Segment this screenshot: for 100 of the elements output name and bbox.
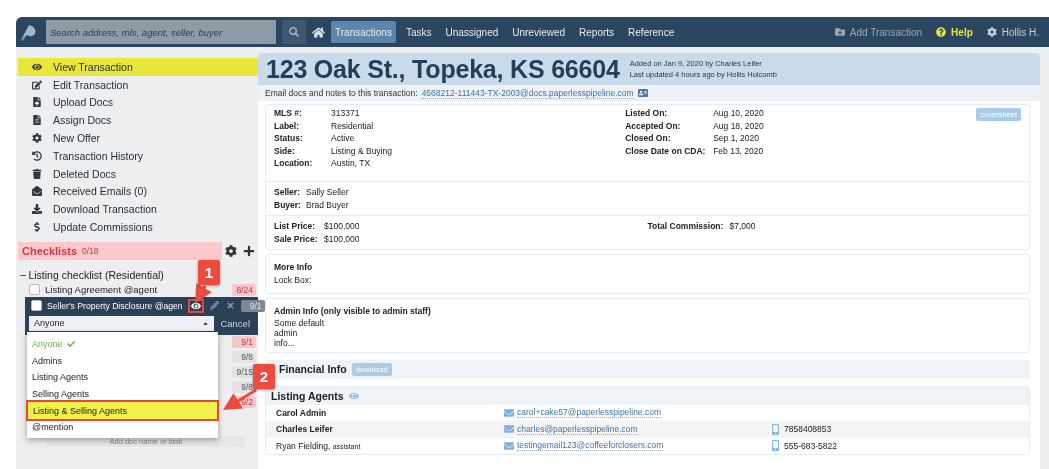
field-value: $7,000 (729, 220, 757, 231)
settings-icon[interactable] (222, 244, 240, 257)
sidebar-item[interactable]: Edit Transaction (18, 75, 258, 94)
info-text: admin (274, 327, 299, 338)
nav-tab[interactable]: Unassigned (441, 21, 503, 43)
nav-tab[interactable]: Unreviewed (508, 21, 570, 43)
sidebar-item[interactable]: View Transaction (18, 58, 258, 76)
menu-option[interactable]: Selling Agents (27, 385, 218, 403)
trash-icon (32, 168, 42, 179)
checklists-count: 0/18 (82, 245, 99, 256)
field-label: Accepted On: (625, 120, 682, 131)
checklists-title: Checklists (22, 244, 78, 257)
section-title: Admin Info (only visible to admin staff) (274, 305, 432, 316)
gear-icon (32, 133, 42, 144)
info-text: info... (274, 337, 296, 348)
transaction-title: 123 Oak St., Topeka, KS 66604 (266, 54, 620, 84)
agent-name: Carol Admin (276, 407, 327, 418)
email-link[interactable]: 4568212-111443-TX-2003@docs.paperlesspipeline.com (421, 87, 634, 99)
due-date: 9/1 (240, 299, 265, 312)
pencil-icon[interactable] (208, 301, 220, 311)
due-date: 9/15 (232, 366, 256, 379)
close-icon[interactable] (224, 301, 236, 311)
checklist-item[interactable]: Listing Agreement @agent (45, 284, 227, 296)
search-field[interactable]: Search address, mls, agent, seller, buyer (46, 20, 276, 44)
sidebar-item[interactable]: Assign Docs (18, 111, 258, 130)
field-label: Close Date on CDA: (625, 145, 707, 156)
due-date: 9/8 (232, 381, 256, 394)
menu-option[interactable]: Admins (27, 352, 218, 370)
sidebar-item[interactable]: New Offer (18, 129, 258, 147)
agent-name: Charles Leifer (276, 424, 333, 435)
nav-tab[interactable]: Reference (624, 21, 679, 43)
search-button[interactable] (282, 20, 306, 44)
email-link[interactable]: charles@paperlesspipeline.com (517, 423, 638, 435)
info-text: Some default (274, 317, 326, 328)
field-value: 313371 (331, 108, 361, 118)
sidebar-item[interactable]: Received Emails (0) (18, 182, 258, 201)
document-icon (32, 115, 42, 126)
collapse-toggle[interactable]: − (20, 268, 27, 281)
field-value: Residential (331, 120, 375, 131)
agent-name: Ryan Fielding, (276, 440, 331, 451)
callout-arrow (195, 283, 212, 304)
due-date: 9/1 (232, 336, 256, 349)
history-icon (32, 150, 42, 161)
dollar-icon (32, 222, 42, 233)
section-title: Listing Agents (271, 389, 344, 402)
cancel-button[interactable]: Cancel (214, 316, 256, 330)
help-link[interactable]: Help (932, 26, 977, 38)
sidebar-item[interactable]: Deleted Docs (18, 164, 258, 183)
sidebar-item[interactable]: Update Commissions (18, 218, 258, 236)
folder-plus-icon (834, 27, 845, 37)
add-transaction-button[interactable]: Add Transaction (830, 26, 927, 38)
sidebar-item[interactable]: Upload Docs (18, 93, 258, 112)
field-value: Austin, TX (331, 158, 372, 169)
field-label: Label: (274, 120, 301, 131)
checkbox[interactable] (29, 284, 40, 296)
download-icon (32, 204, 42, 215)
sidebar-item[interactable]: Download Transaction (18, 200, 258, 219)
field-value: Brad Buyer (306, 199, 350, 210)
contact-card-icon[interactable] (637, 88, 648, 98)
field-value: Aug 10, 2020 (713, 108, 765, 118)
info-text: Lock Box: (274, 274, 313, 285)
section-title: Financial Info (279, 363, 347, 376)
home-icon[interactable] (312, 25, 325, 39)
field-label: List Price: (274, 220, 317, 231)
field-label: Status: (274, 133, 304, 144)
step-number: 1 (198, 260, 220, 285)
checklist-item[interactable]: Seller's Property Disclosure @agen (47, 300, 183, 311)
visibility-select[interactable]: Anyone (29, 315, 215, 331)
field-value: $100,000 (324, 220, 361, 231)
email-link[interactable]: testingemail123@coffeeforclosers.com (517, 440, 664, 452)
field-value: Sep 1, 2020 (713, 133, 760, 144)
field-label: Listed On: (625, 108, 669, 118)
file-upload-icon (32, 97, 42, 108)
field-value: Active (331, 133, 356, 144)
field-label: Buyer: (274, 199, 302, 210)
field-label: Closed On: (625, 133, 672, 144)
callout-arrow (222, 388, 257, 411)
envelope-icon (504, 440, 514, 451)
email-link[interactable]: carol+cake57@paperlesspipeline.com (517, 407, 661, 419)
field-label: Side: (274, 145, 296, 156)
search-icon (289, 27, 299, 37)
field-value: Aug 18, 2020 (713, 120, 765, 131)
eye-icon (32, 61, 42, 72)
user-menu[interactable]: Hollis H. (982, 26, 1043, 38)
email-label: Email docs and notes to this transaction: (265, 88, 418, 98)
checkbox[interactable] (31, 300, 42, 312)
field-label: Total Commission: (647, 220, 725, 231)
due-date: 8/24 (232, 283, 256, 296)
envelope-icon (504, 424, 514, 435)
step-number: 2 (253, 364, 275, 389)
envelope-icon (32, 186, 42, 197)
nav-tab[interactable]: Tasks (401, 21, 436, 43)
field-value: Sally Seller (306, 187, 350, 198)
field-label: Sale Price: (274, 233, 319, 244)
sidebar-item[interactable]: Transaction History (18, 147, 258, 165)
menu-option[interactable]: Listing Agents (27, 369, 218, 386)
menu-option[interactable]: @mention (27, 418, 218, 436)
menu-option[interactable]: Listing & Selling Agents (28, 402, 217, 419)
nav-tab[interactable]: Reports (575, 21, 619, 43)
phone-number: 7858408853 (784, 424, 832, 435)
